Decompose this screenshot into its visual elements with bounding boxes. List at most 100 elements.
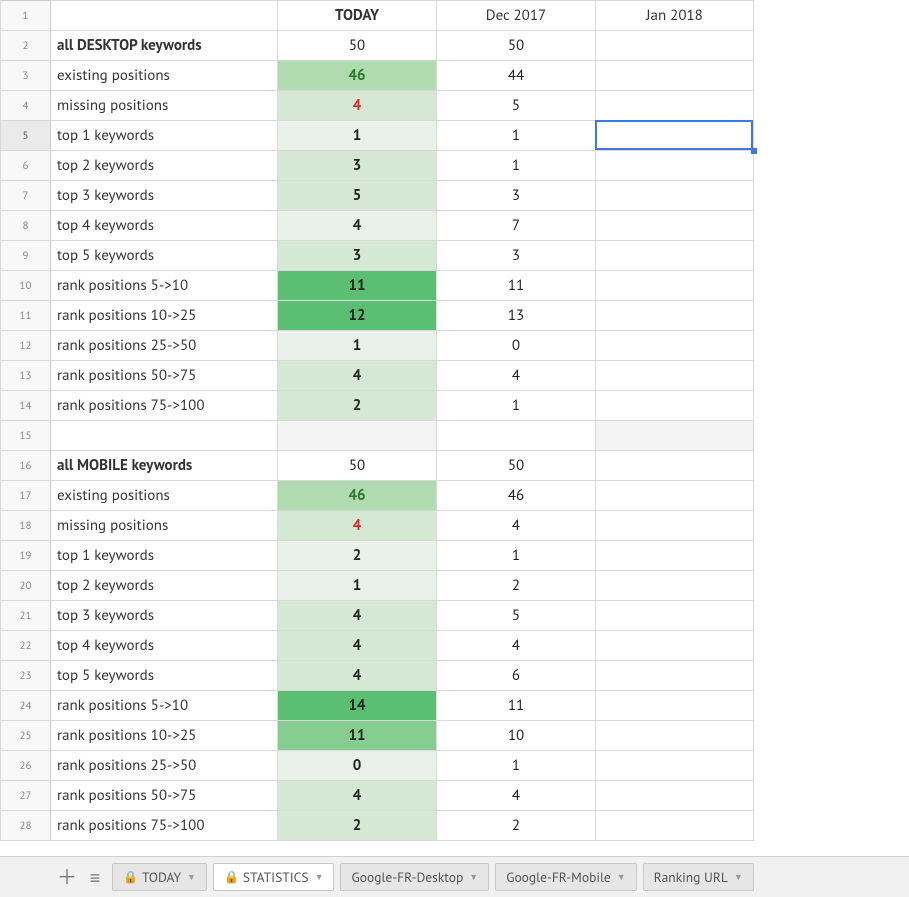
row-label[interactable]: rank positions 50->75 <box>51 781 278 811</box>
cell-dec2017[interactable]: 5 <box>437 601 596 631</box>
cell-dec2017[interactable]: 11 <box>437 691 596 721</box>
row-header[interactable]: 7 <box>1 181 51 211</box>
cell[interactable] <box>278 421 437 451</box>
row-header[interactable]: 12 <box>1 331 51 361</box>
row-label[interactable]: top 5 keywords <box>51 661 278 691</box>
cell-jan2018[interactable] <box>596 151 754 181</box>
cell-dec2017[interactable]: 11 <box>437 271 596 301</box>
cell-today[interactable]: 2 <box>278 391 437 421</box>
cell-jan2018[interactable] <box>596 811 754 841</box>
chevron-down-icon[interactable]: ▼ <box>315 872 324 883</box>
cell-today[interactable]: 11 <box>278 271 437 301</box>
cell-jan2018[interactable] <box>596 271 754 301</box>
cell-jan2018[interactable] <box>596 181 754 211</box>
cell-dec2017[interactable]: 1 <box>437 751 596 781</box>
cell-today[interactable]: 3 <box>278 151 437 181</box>
chevron-down-icon[interactable]: ▼ <box>469 872 478 883</box>
row-label[interactable]: rank positions 5->10 <box>51 691 278 721</box>
row-label[interactable]: rank positions 25->50 <box>51 751 278 781</box>
cell-jan2018[interactable] <box>596 241 754 271</box>
row-label[interactable]: top 5 keywords <box>51 241 278 271</box>
col-dec2017-header[interactable]: Dec 2017 <box>437 1 596 31</box>
row-label[interactable]: rank positions 10->25 <box>51 721 278 751</box>
cell-today[interactable]: 1 <box>278 331 437 361</box>
sheet-tab[interactable]: Google-FR-Mobile▼ <box>495 863 637 891</box>
row-header[interactable]: 10 <box>1 271 51 301</box>
cell[interactable] <box>437 421 596 451</box>
cell-dec2017[interactable]: 3 <box>437 181 596 211</box>
cell-dec2017[interactable]: 1 <box>437 151 596 181</box>
cell-jan2018[interactable] <box>596 391 754 421</box>
cell-jan2018[interactable] <box>596 631 754 661</box>
row-label[interactable]: top 4 keywords <box>51 211 278 241</box>
row-label[interactable]: top 2 keywords <box>51 571 278 601</box>
row-label[interactable]: missing positions <box>51 511 278 541</box>
cell-dec2017[interactable]: 0 <box>437 331 596 361</box>
cell-today[interactable]: 4 <box>278 661 437 691</box>
cell-dec2017[interactable]: 46 <box>437 481 596 511</box>
sheet-tab[interactable]: Ranking URL▼ <box>643 863 754 891</box>
cell-today[interactable]: 14 <box>278 691 437 721</box>
cell-jan2018[interactable] <box>596 721 754 751</box>
cell-today[interactable]: 4 <box>278 511 437 541</box>
cell-dec2017[interactable]: 4 <box>437 511 596 541</box>
cell-dec2017[interactable]: 4 <box>437 631 596 661</box>
row-label[interactable]: top 1 keywords <box>51 541 278 571</box>
row-label[interactable]: rank positions 50->75 <box>51 361 278 391</box>
chevron-down-icon[interactable]: ▼ <box>617 872 626 883</box>
row-label[interactable]: rank positions 10->25 <box>51 301 278 331</box>
row-label[interactable]: all DESKTOP keywords <box>51 31 278 61</box>
spreadsheet-grid[interactable]: 1 TODAYDec 2017Jan 2018 2 all DESKTOP keywo… <box>0 0 909 856</box>
row-header[interactable]: 22 <box>1 631 51 661</box>
col-jan2018-header[interactable]: Jan 2018 <box>596 1 754 31</box>
cell-dec2017[interactable]: 6 <box>437 661 596 691</box>
row-label[interactable]: top 4 keywords <box>51 631 278 661</box>
row-label[interactable]: existing positions <box>51 61 278 91</box>
cell-today[interactable]: 12 <box>278 301 437 331</box>
row-header[interactable]: 17 <box>1 481 51 511</box>
row-header[interactable]: 14 <box>1 391 51 421</box>
row-header[interactable]: 25 <box>1 721 51 751</box>
row-header[interactable]: 24 <box>1 691 51 721</box>
cell-jan2018[interactable] <box>596 331 754 361</box>
cell-today[interactable]: 46 <box>278 61 437 91</box>
row-label[interactable]: rank positions 5->10 <box>51 271 278 301</box>
row-label[interactable]: top 3 keywords <box>51 181 278 211</box>
row-header[interactable]: 3 <box>1 61 51 91</box>
cell-jan2018[interactable] <box>596 301 754 331</box>
row-header[interactable]: 19 <box>1 541 51 571</box>
row-label[interactable]: top 3 keywords <box>51 601 278 631</box>
chevron-down-icon[interactable]: ▼ <box>734 872 743 883</box>
cell-jan2018[interactable] <box>596 481 754 511</box>
cell-jan2018[interactable] <box>596 511 754 541</box>
cell-dec2017[interactable]: 4 <box>437 361 596 391</box>
cell-jan2018[interactable] <box>596 361 754 391</box>
cell-dec2017[interactable]: 50 <box>437 451 596 481</box>
all-sheets-button[interactable]: ≡ <box>84 866 106 889</box>
cell-today[interactable]: 4 <box>278 211 437 241</box>
cell-today[interactable]: 50 <box>278 31 437 61</box>
cell-dec2017[interactable]: 10 <box>437 721 596 751</box>
row-header[interactable]: 16 <box>1 451 51 481</box>
row-header[interactable]: 13 <box>1 361 51 391</box>
cell-dec2017[interactable]: 1 <box>437 391 596 421</box>
row-label[interactable]: top 2 keywords <box>51 151 278 181</box>
row-header[interactable]: 23 <box>1 661 51 691</box>
cell-dec2017[interactable]: 2 <box>437 571 596 601</box>
cell-today[interactable]: 5 <box>278 181 437 211</box>
sheet-tab[interactable]: Google-FR-Desktop▼ <box>340 863 489 891</box>
row-header[interactable]: 28 <box>1 811 51 841</box>
row-label[interactable]: top 1 keywords <box>51 121 278 151</box>
cell-today[interactable]: 1 <box>278 121 437 151</box>
cell-dec2017[interactable]: 3 <box>437 241 596 271</box>
cell-today[interactable]: 4 <box>278 781 437 811</box>
cell-dec2017[interactable]: 1 <box>437 121 596 151</box>
row-header[interactable]: 5 <box>1 121 51 151</box>
cell-dec2017[interactable]: 50 <box>437 31 596 61</box>
row-label[interactable]: rank positions 25->50 <box>51 331 278 361</box>
row-label[interactable]: rank positions 75->100 <box>51 811 278 841</box>
cell-jan2018[interactable] <box>596 541 754 571</box>
col-today-header[interactable]: TODAY <box>278 1 437 31</box>
row-label[interactable]: rank positions 75->100 <box>51 391 278 421</box>
cell-jan2018[interactable] <box>596 781 754 811</box>
